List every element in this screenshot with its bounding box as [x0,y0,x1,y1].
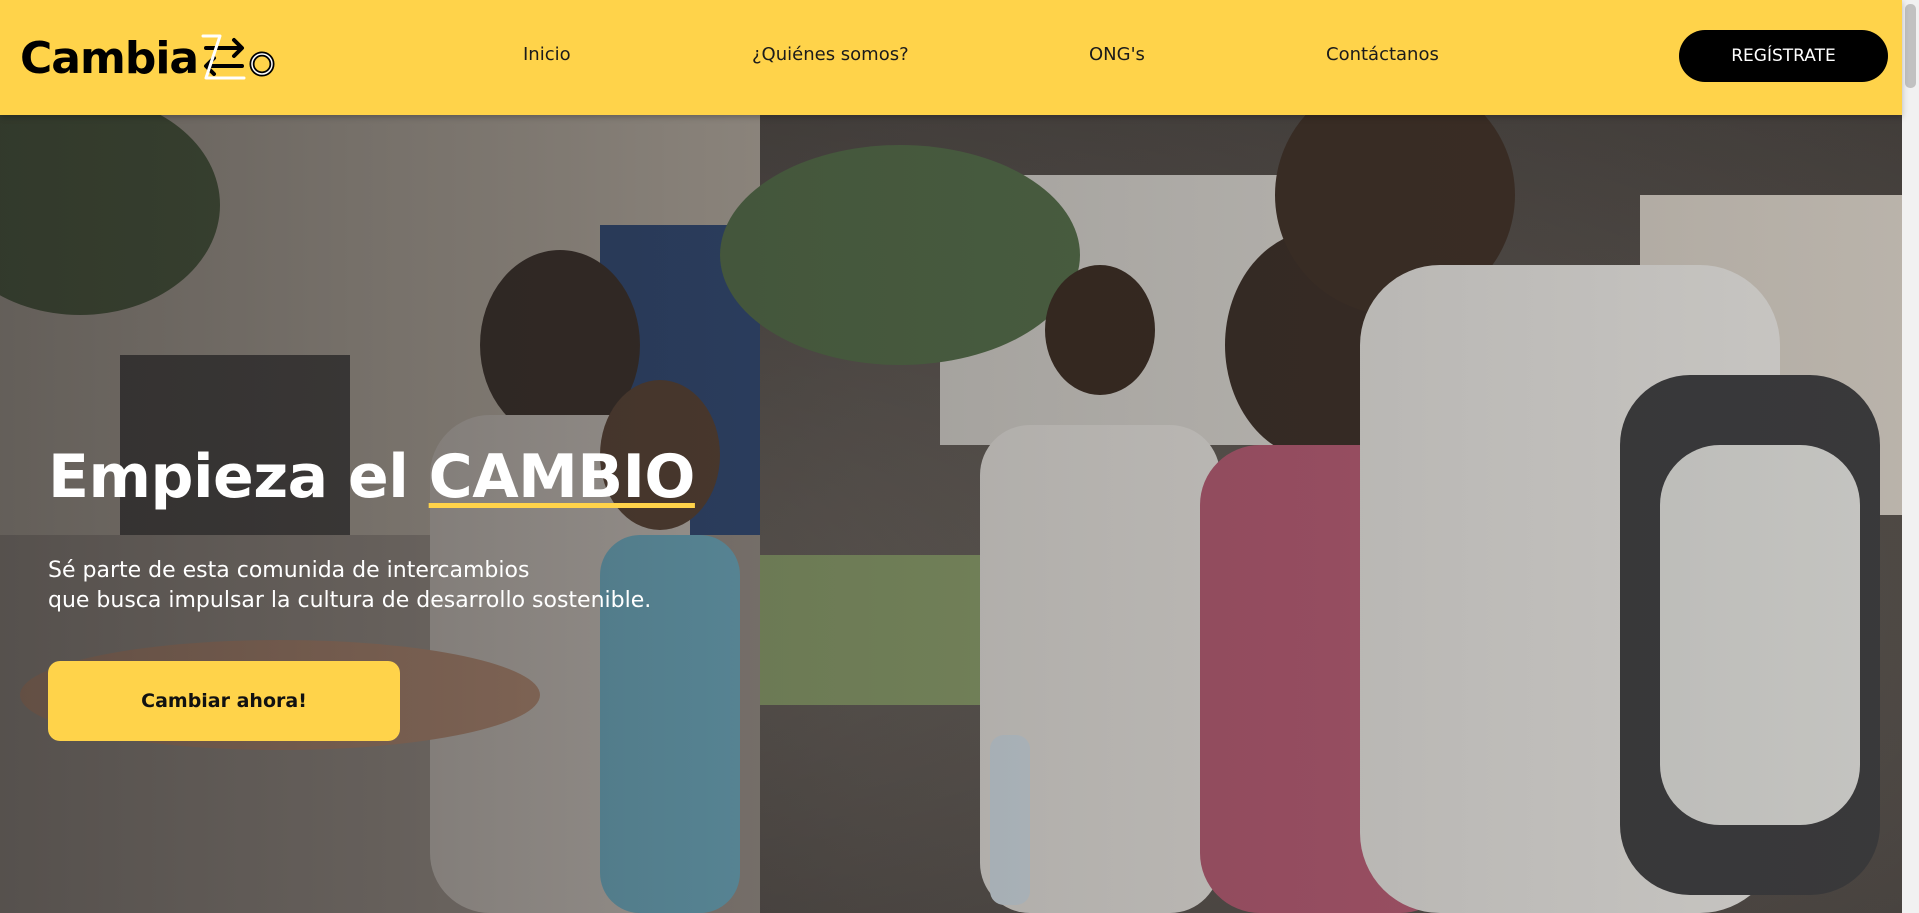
hero-title-accent: CAMBIO [428,442,696,512]
page-scrollbar[interactable] [1902,0,1919,913]
scrollbar-thumb[interactable] [1905,4,1916,88]
hero-subtitle-line-1: Sé parte de esta comunida de intercambio… [48,558,530,583]
hero-title-prefix: Empieza el [48,442,409,512]
navbar: Cambia Inicio ¿Quiénes somos? ONG's Cont… [0,0,1902,115]
register-button[interactable]: REGÍSTRATE [1679,30,1888,82]
hero-overlay [0,115,1902,913]
nav-link-quienes-somos[interactable]: ¿Quiénes somos? [752,44,909,65]
nav-link-inicio[interactable]: Inicio [523,44,571,65]
brand-name: Cambia [20,33,199,84]
hero-subtitle: Sé parte de esta comunida de intercambio… [48,556,651,616]
hero-subtitle-line-2: que busca impulsar la cultura de desarro… [48,588,652,613]
nav-link-contactanos[interactable]: Contáctanos [1326,44,1439,65]
hero-title: Empieza el CAMBIO [48,442,695,512]
exchange-arrows-icon [200,34,276,84]
brand-logo[interactable]: Cambia [20,33,276,84]
cambiar-ahora-button[interactable]: Cambiar ahora! [48,661,400,741]
nav-link-ongs[interactable]: ONG's [1089,44,1145,65]
hero-section: Empieza el CAMBIO Sé parte de esta comun… [0,115,1902,913]
